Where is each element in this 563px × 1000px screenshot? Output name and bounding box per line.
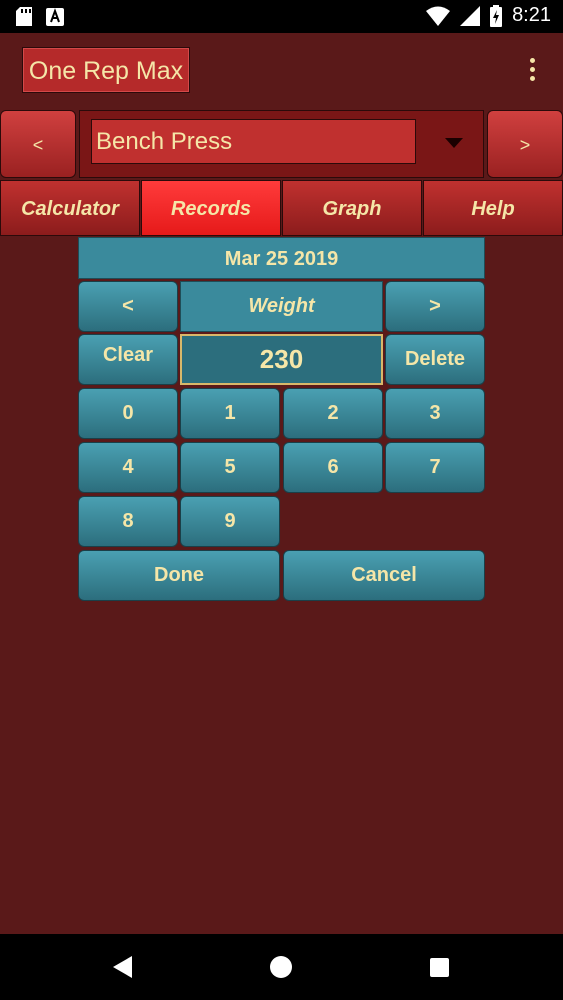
digit-4-button[interactable]: 4: [78, 442, 178, 493]
digit-9-button[interactable]: 9: [180, 496, 280, 547]
overflow-menu-icon[interactable]: [521, 58, 543, 86]
digit-3-button[interactable]: 3: [385, 388, 485, 439]
sd-card-icon: [16, 7, 32, 26]
exercise-name[interactable]: Bench Press: [91, 119, 416, 164]
clear-button[interactable]: Clear: [78, 334, 178, 385]
status-bar: 8:21: [0, 0, 563, 33]
clock: 8:21: [512, 4, 551, 26]
system-navigation-bar: [0, 934, 563, 1000]
done-button[interactable]: Done: [78, 550, 280, 601]
digit-0-button[interactable]: 0: [78, 388, 178, 439]
digit-6-button[interactable]: 6: [283, 442, 383, 493]
tab-records[interactable]: Records: [141, 180, 281, 236]
delete-button[interactable]: Delete: [385, 334, 485, 385]
tab-bar: Calculator Records Graph Help: [0, 180, 563, 237]
previous-field-button[interactable]: <: [78, 281, 178, 332]
previous-exercise-button[interactable]: <: [0, 110, 76, 178]
tab-graph[interactable]: Graph: [282, 180, 422, 236]
battery-icon: [490, 4, 503, 27]
exercise-selector-row: < Bench Press >: [0, 110, 563, 180]
next-field-button[interactable]: >: [385, 281, 485, 332]
signal-icon: [460, 5, 481, 26]
field-label: Weight: [180, 281, 383, 332]
weight-value-display: 230: [180, 334, 383, 385]
wifi-icon: [426, 6, 451, 26]
exercise-dropdown[interactable]: Bench Press: [79, 110, 484, 178]
digit-8-button[interactable]: 8: [78, 496, 178, 547]
record-date: Mar 25 2019: [78, 237, 485, 279]
tab-help[interactable]: Help: [423, 180, 563, 236]
digit-2-button[interactable]: 2: [283, 388, 383, 439]
app-title: One Rep Max: [22, 47, 190, 93]
back-icon[interactable]: [113, 956, 132, 978]
app-bar: One Rep Max: [0, 33, 563, 108]
home-icon[interactable]: [270, 956, 292, 978]
digit-5-button[interactable]: 5: [180, 442, 280, 493]
next-exercise-button[interactable]: >: [487, 110, 563, 178]
notification-a-icon: [46, 7, 64, 26]
recent-apps-icon[interactable]: [430, 958, 449, 977]
cancel-button[interactable]: Cancel: [283, 550, 485, 601]
digit-1-button[interactable]: 1: [180, 388, 280, 439]
tab-calculator[interactable]: Calculator: [0, 180, 140, 236]
dropdown-arrow-icon[interactable]: [445, 138, 463, 148]
digit-7-button[interactable]: 7: [385, 442, 485, 493]
